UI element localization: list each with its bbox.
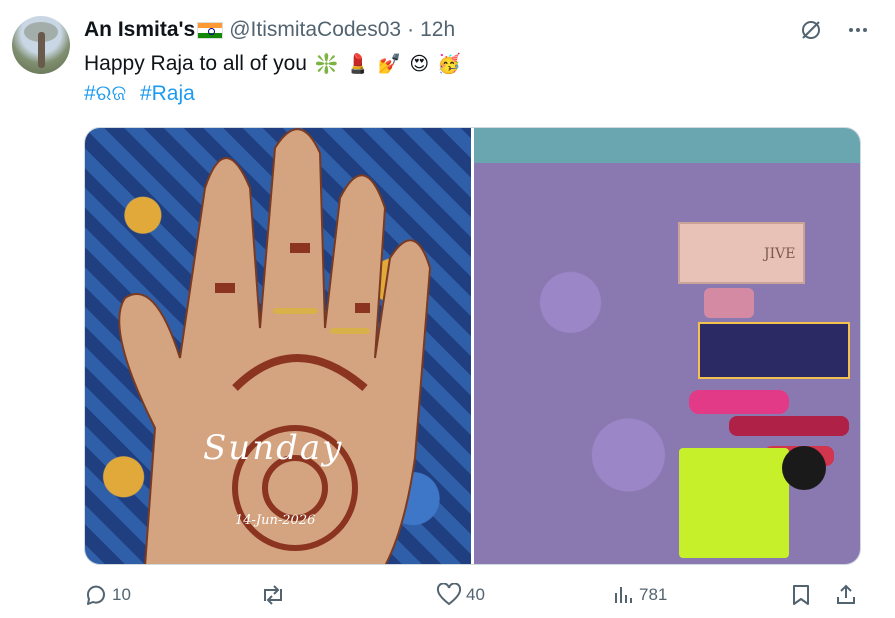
perfume-box-label: JIVE	[762, 246, 795, 262]
top-actions	[799, 18, 869, 42]
hashtag-raja[interactable]: #Raja	[140, 82, 195, 105]
gifts-photo[interactable]: JIVE	[474, 128, 860, 564]
tweet-header: An Ismita's @ItismitaCodes03 · 12h	[84, 16, 455, 44]
tweet-actions: 10 40 781	[84, 583, 864, 613]
mehendi-hand-photo[interactable]: Sunday 14-Jun-2026	[85, 128, 471, 564]
views-chart-icon	[615, 587, 632, 603]
hashtags: #ରଜ #Raja	[84, 80, 203, 108]
share-icon	[837, 584, 855, 604]
grok-icon[interactable]	[799, 18, 823, 42]
nail-polish-emoji: 💅	[377, 54, 402, 75]
share-button[interactable]	[834, 583, 858, 607]
view-count: 781	[639, 585, 668, 604]
sparkle-emoji: ❇️	[314, 54, 339, 75]
more-options-icon[interactable]	[847, 19, 869, 41]
hashtag-raja-odia[interactable]: #ରଜ	[84, 82, 126, 105]
date-caption: 14-Jun-2026	[235, 513, 316, 528]
bookmark-button[interactable]	[790, 583, 812, 607]
timestamp[interactable]: 12h	[420, 18, 455, 42]
reply-button[interactable]: 10	[84, 583, 131, 607]
separator-dot: ·	[407, 18, 415, 41]
reply-count: 10	[112, 585, 131, 604]
repost-icon	[264, 585, 282, 605]
tweet-body: Happy Raja to all of you	[84, 52, 307, 75]
repost-button[interactable]	[259, 583, 287, 607]
hand-illustration	[118, 128, 432, 564]
media-gallery: Sunday 14-Jun-2026 JIVE	[84, 127, 861, 565]
avatar[interactable]	[12, 16, 70, 74]
display-name[interactable]: An Ismita's	[84, 18, 195, 42]
heart-eyes-emoji: 😍	[409, 54, 430, 75]
avatar-tree-trunk	[38, 32, 45, 68]
user-handle[interactable]: @ItismitaCodes03	[229, 18, 401, 42]
lipstick-emoji: 💄	[346, 54, 370, 75]
views-button[interactable]: 781	[613, 583, 667, 607]
gifts-illustration: JIVE	[678, 222, 850, 558]
bookmark-icon	[793, 585, 809, 605]
heart-icon	[436, 583, 462, 606]
party-face-emoji: 🥳	[437, 54, 461, 75]
tweet-text: Happy Raja to all of you ❇️ 💄 💅 😍 🥳	[84, 50, 461, 79]
like-count: 40	[466, 585, 485, 604]
like-button[interactable]: 40	[436, 583, 485, 607]
reply-icon	[86, 585, 105, 605]
sunday-caption: Sunday	[203, 428, 344, 468]
india-flag-icon	[197, 21, 224, 39]
